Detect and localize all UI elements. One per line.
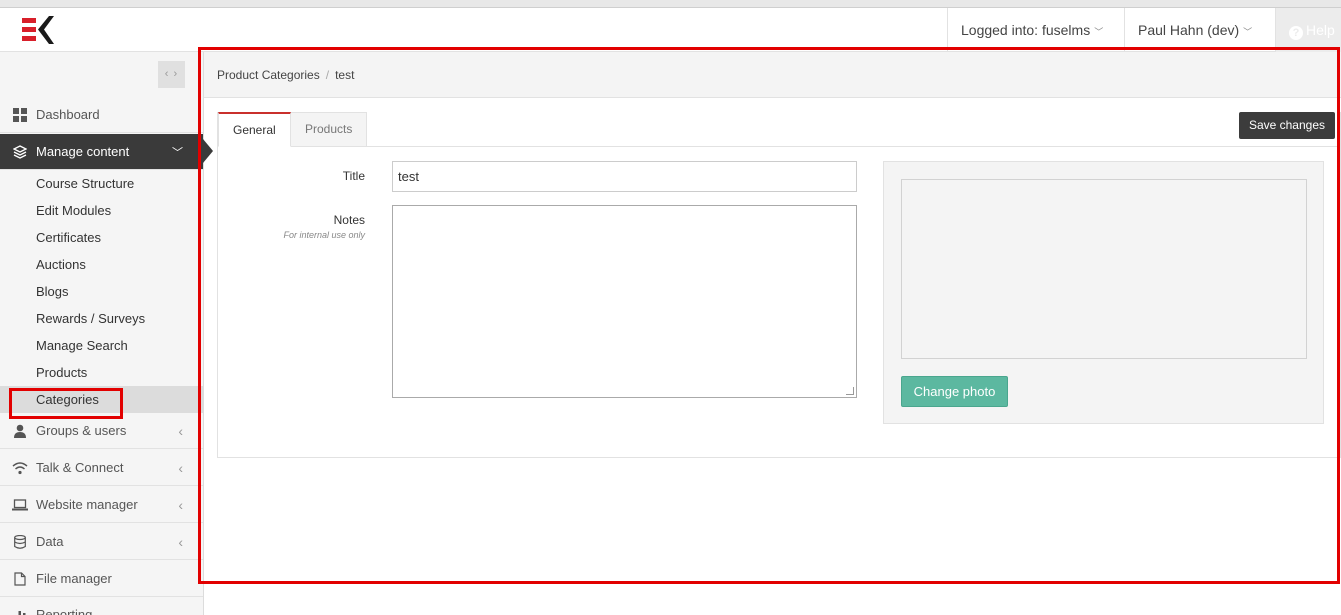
bar-chart-icon [12, 607, 28, 615]
sidebar: ‹ › Dashboard Manage content ﹀ Course St… [0, 52, 204, 615]
layers-icon [12, 144, 28, 160]
app-logo[interactable] [22, 16, 54, 44]
sidebar-subitem-rewards-surveys[interactable]: Rewards / Surveys [0, 305, 203, 332]
sidebar-item-label: Data [36, 534, 64, 549]
chevron-left-icon: ‹ [178, 459, 183, 476]
browser-bookmarks-strip [0, 0, 1341, 8]
annotation-highlight-categories [9, 388, 123, 419]
sidebar-item-data[interactable]: Data ‹ [0, 524, 203, 560]
sidebar-subitem-course-structure[interactable]: Course Structure [0, 170, 203, 197]
top-header: Logged into: fuselms ﹀ Paul Hahn (dev) ﹀ ?… [0, 8, 1341, 52]
sidebar-item-label: Website manager [36, 497, 138, 512]
chevron-left-icon: ‹ [178, 496, 183, 513]
sidebar-collapse-button[interactable]: ‹ › [158, 61, 185, 88]
sidebar-subitem-blogs[interactable]: Blogs [0, 278, 203, 305]
sidebar-item-file-manager[interactable]: File manager [0, 561, 203, 597]
chevron-left-icon: ‹ [178, 533, 183, 550]
sidebar-item-dashboard[interactable]: Dashboard [0, 97, 203, 133]
account-selector-label: Logged into: fuselms [961, 22, 1091, 38]
sidebar-item-label: Dashboard [36, 107, 100, 122]
sidebar-item-reporting[interactable]: Reporting [0, 598, 203, 615]
user-menu[interactable]: Paul Hahn (dev) ﹀ [1124, 8, 1265, 52]
user-name: Paul Hahn (dev) [1138, 22, 1240, 38]
file-icon [12, 571, 28, 587]
sidebar-subitem-products[interactable]: Products [0, 359, 203, 386]
laptop-icon [12, 497, 28, 513]
database-icon [12, 534, 28, 550]
sidebar-item-talk-connect[interactable]: Talk & Connect ‹ [0, 450, 203, 486]
chevron-left-icon: ‹ [178, 422, 183, 439]
grid-icon [12, 107, 28, 123]
sidebar-subitem-manage-search[interactable]: Manage Search [0, 332, 203, 359]
account-selector[interactable]: Logged into: fuselms ﹀ [947, 8, 1116, 52]
chevron-down-icon: ﹀ [172, 146, 183, 159]
user-icon [12, 423, 28, 439]
sidebar-subitem-certificates[interactable]: Certificates [0, 224, 203, 251]
chevron-down-icon: ﹀ [1243, 27, 1253, 37]
sidebar-item-label: Talk & Connect [36, 460, 124, 475]
sidebar-item-manage-content[interactable]: Manage content ﹀ [0, 134, 203, 170]
wifi-icon [12, 460, 28, 476]
sidebar-subitem-edit-modules[interactable]: Edit Modules [0, 197, 203, 224]
chevron-down-icon: ﹀ [1094, 27, 1104, 37]
sidebar-item-label: File manager [36, 571, 112, 586]
question-icon: ? [1289, 26, 1303, 40]
sidebar-item-website-manager[interactable]: Website manager ‹ [0, 487, 203, 523]
sidebar-item-label: Manage content [36, 144, 130, 159]
annotation-highlight-main [198, 47, 1340, 584]
help-button[interactable]: ? Help [1275, 8, 1341, 52]
help-label: Help [1306, 22, 1335, 38]
sidebar-subitem-auctions[interactable]: Auctions [0, 251, 203, 278]
sidebar-item-label: Groups & users [36, 423, 127, 438]
sidebar-item-label: Reporting [36, 607, 93, 615]
